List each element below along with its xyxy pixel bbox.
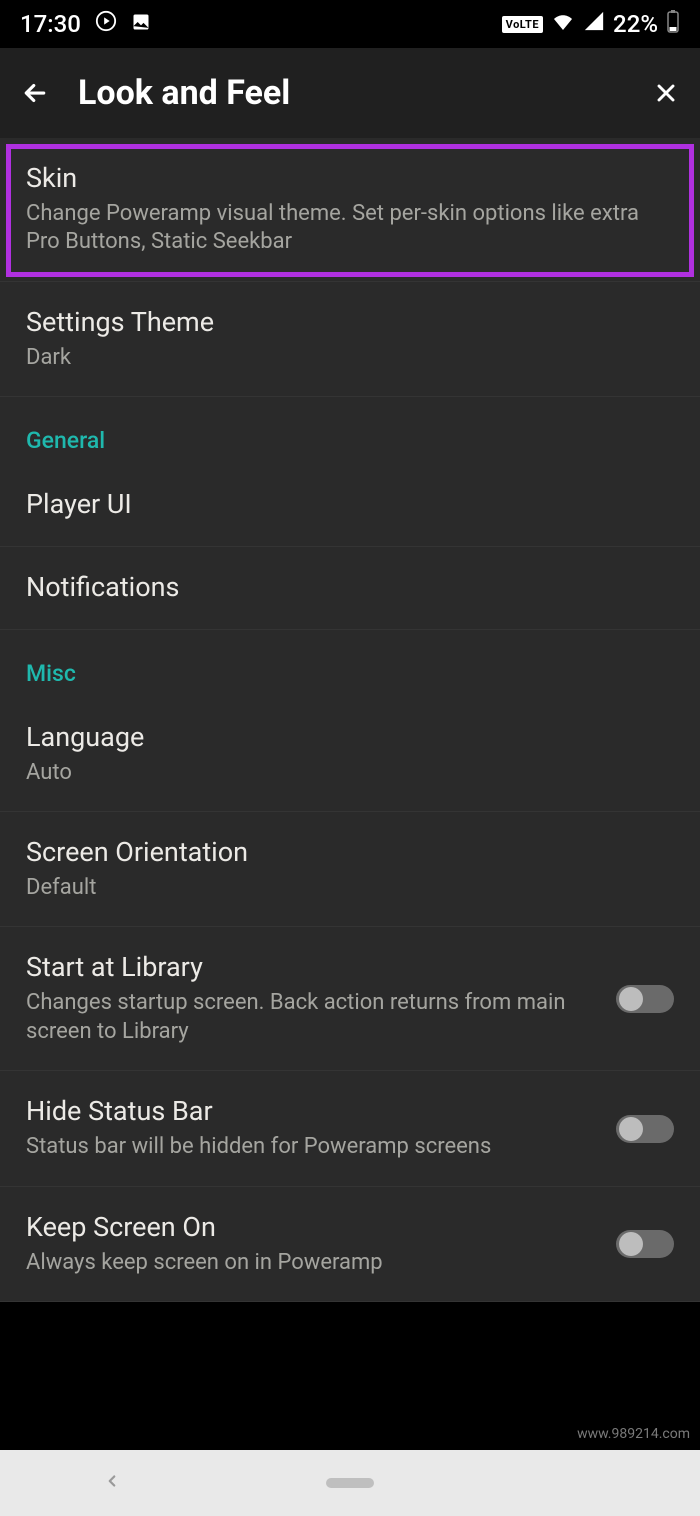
setting-title: Settings Theme [26,306,674,340]
setting-title: Screen Orientation [26,836,674,870]
wifi-icon [551,9,575,39]
play-icon [95,10,117,38]
setting-title: Hide Status Bar [26,1095,596,1129]
navigation-bar [0,1450,700,1516]
nav-home-pill[interactable] [326,1478,374,1488]
setting-language[interactable]: Language Auto [0,697,700,812]
setting-subtitle: Status bar will be hidden for Poweramp s… [26,1133,596,1162]
setting-title: Player UI [26,488,674,522]
setting-title: Notifications [26,571,674,605]
setting-keep-screen-on[interactable]: Keep Screen On Always keep screen on in … [0,1187,700,1302]
setting-title: Keep Screen On [26,1211,596,1245]
battery-icon [666,9,680,39]
page-title: Look and Feel [78,73,624,113]
setting-start-at-library[interactable]: Start at Library Changes startup screen.… [0,927,700,1071]
section-misc: Misc [0,630,700,697]
battery-percent: 22% [613,10,658,38]
setting-hide-status-bar[interactable]: Hide Status Bar Status bar will be hidde… [0,1071,700,1186]
setting-subtitle: Changes startup screen. Back action retu… [26,989,596,1046]
setting-settings-theme[interactable]: Settings Theme Dark [0,282,700,397]
volte-badge: VoLTE [502,16,543,33]
setting-subtitle: Default [26,874,674,903]
status-bar: 17:30 VoLTE 22% [0,0,700,48]
toggle-hide-status-bar[interactable] [616,1115,674,1143]
setting-title: Start at Library [26,951,596,985]
toggle-keep-screen-on[interactable] [616,1230,674,1258]
status-time: 17:30 [20,10,81,38]
setting-title: Skin [26,162,674,196]
setting-title: Language [26,721,674,755]
close-icon[interactable] [652,79,680,107]
setting-subtitle: Auto [26,759,674,788]
app-header: Look and Feel [0,48,700,138]
setting-subtitle: Always keep screen on in Poweramp [26,1249,596,1278]
setting-player-ui[interactable]: Player UI [0,464,700,547]
nav-back-icon[interactable] [103,1472,121,1494]
setting-screen-orientation[interactable]: Screen Orientation Default [0,812,700,927]
setting-subtitle: Dark [26,344,674,373]
setting-subtitle: Change Poweramp visual theme. Set per-sk… [26,200,674,257]
setting-skin[interactable]: Skin Change Poweramp visual theme. Set p… [0,138,700,282]
signal-icon [583,10,605,38]
watermark: www.989214.com [577,1426,690,1442]
setting-notifications[interactable]: Notifications [0,547,700,630]
back-icon[interactable] [20,78,50,108]
settings-list: Skin Change Poweramp visual theme. Set p… [0,138,700,1302]
toggle-start-at-library[interactable] [616,985,674,1013]
image-icon [131,10,151,38]
section-general: General [0,397,700,464]
